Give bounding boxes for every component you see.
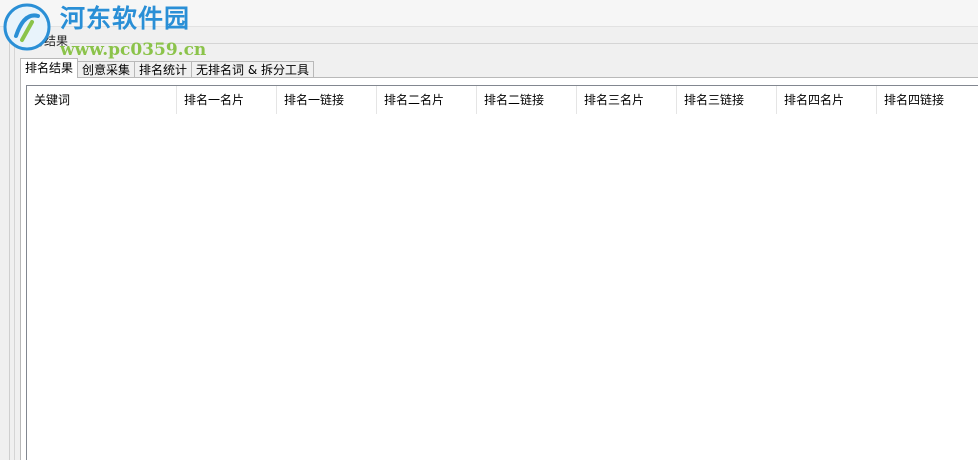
- tab-ranking-stats[interactable]: 排名统计: [134, 61, 193, 78]
- column-header-rank3-link[interactable]: 排名三链接: [677, 86, 777, 114]
- tab-creative-collection[interactable]: 创意采集: [77, 61, 136, 78]
- column-header-rank1-card[interactable]: 排名一名片: [177, 86, 277, 114]
- column-header-keyword[interactable]: 关键词: [27, 86, 177, 114]
- tab-ranking-results[interactable]: 排名结果: [20, 58, 79, 78]
- watermark-text: 河东软件园: [60, 4, 191, 33]
- column-header-rank4-card[interactable]: 排名四名片: [777, 86, 877, 114]
- watermark-url: www.pc0359.cn: [60, 40, 207, 60]
- left-panel-edge: [0, 27, 10, 460]
- watermark-logo-icon: [3, 3, 51, 51]
- column-header-rank4-link[interactable]: 排名四链接: [877, 86, 977, 114]
- tab-strip: 排名结果 创意采集 排名统计 无排名词 & 拆分工具: [20, 58, 315, 78]
- column-header-rank1-link[interactable]: 排名一链接: [277, 86, 377, 114]
- tab-unranked-split-tool[interactable]: 无排名词 & 拆分工具: [191, 61, 315, 78]
- list-header: 关键词 排名一名片 排名一链接 排名二名片 排名二链接 排名三名片 排名三链接 …: [27, 86, 978, 114]
- column-header-rank2-link[interactable]: 排名二链接: [477, 86, 577, 114]
- column-header-rank2-card[interactable]: 排名二名片: [377, 86, 477, 114]
- results-list-view[interactable]: 关键词 排名一名片 排名一链接 排名二名片 排名二链接 排名三名片 排名三链接 …: [26, 85, 978, 460]
- column-header-rank3-card[interactable]: 排名三名片: [577, 86, 677, 114]
